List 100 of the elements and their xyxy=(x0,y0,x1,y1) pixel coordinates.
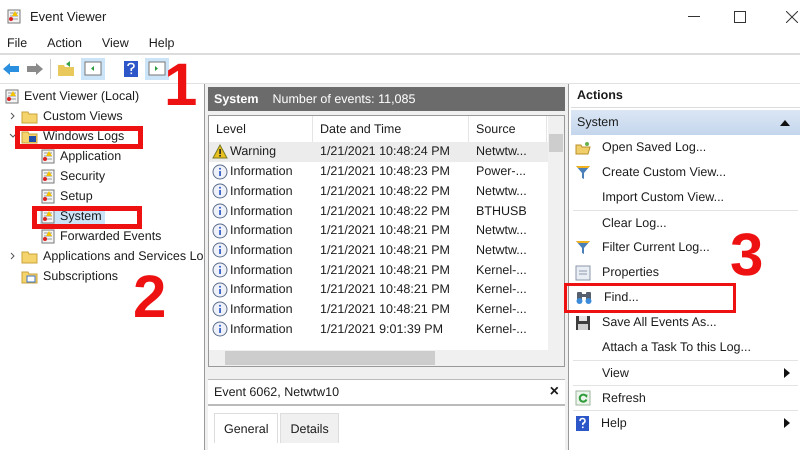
show-action-pane-icon[interactable] xyxy=(145,58,169,80)
log-icon xyxy=(7,9,21,24)
vertical-scrollbar[interactable] xyxy=(548,116,564,350)
event-row[interactable]: Information 1/21/2021 10:48:23 PM Power-... xyxy=(209,162,548,182)
event-row[interactable]: Information 1/21/2021 10:48:21 PM Netwtw... xyxy=(209,240,548,260)
folder-icon xyxy=(21,248,38,264)
date-cell-text: 1/21/2021 10:48:22 PM xyxy=(319,182,451,200)
tree-item[interactable]: Custom Views xyxy=(20,108,126,124)
collapse-chevron-icon[interactable] xyxy=(9,112,17,120)
level-text: Information xyxy=(230,320,293,338)
collapse-triangle-icon[interactable] xyxy=(780,120,790,126)
step-number: 2 xyxy=(133,267,166,327)
tree-item[interactable]: Security xyxy=(40,168,108,184)
close-icon[interactable] xyxy=(786,10,798,22)
tab[interactable]: Details xyxy=(280,413,339,443)
level-text: Information xyxy=(230,222,293,240)
level-text: Information xyxy=(230,202,293,220)
info-icon xyxy=(212,242,228,258)
level-text: Information xyxy=(230,163,293,180)
date-cell-text: 1/21/2021 10:48:21 PM xyxy=(319,242,451,259)
menu-item[interactable]: File xyxy=(7,34,28,52)
tree-item[interactable]: Event Viewer (Local) xyxy=(4,88,142,104)
menu-item[interactable]: Action xyxy=(47,34,82,52)
submenu-arrow-icon xyxy=(784,368,790,378)
help-icon[interactable] xyxy=(123,60,139,78)
info-icon xyxy=(212,222,228,239)
source-cell-text: Power-... xyxy=(475,163,528,180)
event-row[interactable]: Information 1/21/2021 9:01:39 PM Kernel-... xyxy=(209,319,548,339)
info-icon xyxy=(212,282,228,298)
tree-item[interactable]: Applications and Services Lo xyxy=(20,248,204,264)
collapse-chevron-icon[interactable] xyxy=(9,252,17,260)
filter-icon xyxy=(575,240,591,255)
folder-icon xyxy=(21,128,38,144)
step-number: 1 xyxy=(164,55,198,115)
refresh-icon xyxy=(575,390,591,406)
log-name: System xyxy=(214,90,258,108)
source-cell-text: Netwtw... xyxy=(475,222,528,240)
pane-command[interactable]: Filter Current Log... xyxy=(573,238,718,256)
pane-command[interactable]: Save All Events As... xyxy=(573,314,725,332)
log-icon xyxy=(5,88,19,104)
maximize-icon[interactable] xyxy=(734,10,746,22)
date-cell-text: 1/21/2021 10:48:21 PM xyxy=(319,300,451,318)
pane-command[interactable]: Properties xyxy=(573,264,667,282)
tree-item[interactable]: Application xyxy=(40,148,124,164)
level-text: Information xyxy=(230,262,293,279)
pane-command[interactable]: Find... xyxy=(573,288,647,306)
date-cell-text: 1/21/2021 10:48:22 PM xyxy=(319,202,451,220)
tree-item[interactable]: Forwarded Events xyxy=(40,228,164,244)
folder-icon xyxy=(21,268,38,284)
pane-command[interactable]: Help xyxy=(573,414,798,432)
date-cell-text: 1/21/2021 10:48:21 PM xyxy=(319,222,451,240)
event-row[interactable]: Warning 1/21/2021 10:48:24 PM Netwtw... xyxy=(209,142,548,162)
folder-up-icon[interactable] xyxy=(57,61,75,77)
horizontal-scrollbar[interactable] xyxy=(209,350,564,366)
pane-command[interactable]: Clear Log... xyxy=(573,214,675,232)
level-text: Information xyxy=(230,242,293,259)
level-text: Warning xyxy=(230,143,276,160)
log-icon xyxy=(41,228,55,244)
tree-item[interactable]: Setup xyxy=(40,188,96,204)
tree-item[interactable]: Subscriptions xyxy=(20,268,122,284)
source-cell-text: Kernel-... xyxy=(475,262,528,279)
expand-chevron-icon[interactable] xyxy=(9,132,17,140)
event-row[interactable]: Information 1/21/2021 10:48:21 PM Kernel-... xyxy=(209,260,548,280)
show-pane-icon[interactable] xyxy=(81,58,105,80)
folder-icon xyxy=(575,140,591,154)
pane-command[interactable]: View xyxy=(573,364,798,382)
source-cell-text: Kernel-... xyxy=(475,300,528,318)
menu-item[interactable]: View xyxy=(102,34,129,52)
source-cell-text: Netwtw... xyxy=(475,242,528,259)
date-cell-text: 1/21/2021 10:48:21 PM xyxy=(319,262,451,279)
warning-icon xyxy=(212,144,228,160)
back-arrow-icon[interactable] xyxy=(2,62,20,76)
log-icon xyxy=(41,168,55,184)
pane-command[interactable]: Refresh xyxy=(573,389,654,407)
close-button[interactable]: × xyxy=(550,384,559,400)
log-icon xyxy=(41,148,55,164)
minimize-icon[interactable] xyxy=(688,16,700,18)
event-row[interactable]: Information 1/21/2021 10:48:21 PM Kernel-... xyxy=(209,300,548,320)
section-header[interactable]: System xyxy=(571,110,800,135)
event-row[interactable]: Information 1/21/2021 10:48:22 PM Netwtw... xyxy=(209,181,548,202)
tab[interactable]: General xyxy=(214,413,278,443)
actions-header: Actions xyxy=(571,84,800,108)
pane-command[interactable]: Open Saved Log... xyxy=(573,138,714,156)
tree-item[interactable]: Windows Logs xyxy=(20,128,128,144)
pane-command[interactable]: Import Custom View... xyxy=(573,188,732,206)
event-count: Number of events: 11,085 xyxy=(272,90,416,108)
event-row[interactable]: Information 1/21/2021 10:48:21 PM Netwtw... xyxy=(209,220,548,240)
pane-command[interactable]: Create Custom View... xyxy=(573,164,734,182)
event-row[interactable]: Information 1/21/2021 10:48:21 PM Kernel-... xyxy=(209,280,548,300)
info-icon xyxy=(212,301,228,318)
info-icon xyxy=(212,183,228,200)
forward-arrow-icon[interactable] xyxy=(26,62,44,76)
menu-item[interactable]: Help xyxy=(148,34,174,52)
date-cell-text: 1/21/2021 9:01:39 PM xyxy=(319,320,444,338)
help-icon xyxy=(575,414,590,432)
level-text: Information xyxy=(230,300,293,318)
info-icon xyxy=(212,321,228,338)
event-row[interactable]: Information 1/21/2021 10:48:22 PM BTHUSB xyxy=(209,201,548,221)
pane-command[interactable]: Attach a Task To this Log... xyxy=(573,338,759,356)
source-cell-text: Netwtw... xyxy=(475,182,528,200)
